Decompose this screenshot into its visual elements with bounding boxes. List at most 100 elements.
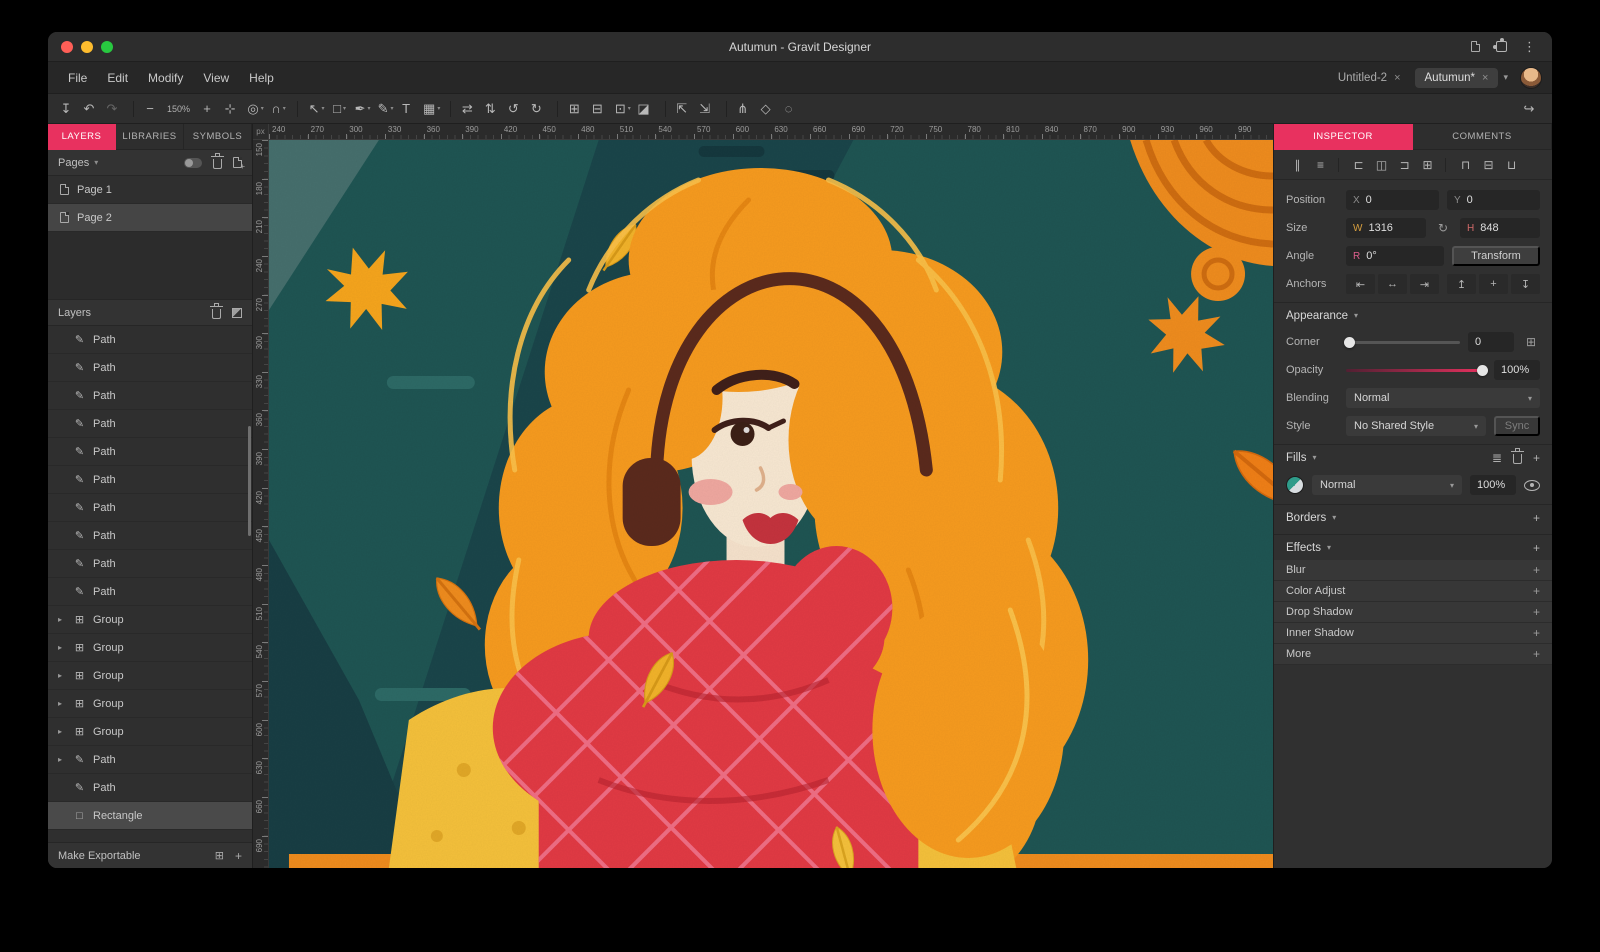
layer-row-group-2[interactable]: ▸ ⊞ Group [48,634,252,662]
layer-row-path-1[interactable]: ▸ ✎ Path [48,326,252,354]
layer-row-path-5[interactable]: ▸ ✎ Path [48,438,252,466]
align-justify-icon[interactable]: ⊞ [1416,155,1439,175]
chevron-down-icon[interactable]: ▾ [261,105,264,112]
layer-row-path-3[interactable]: ▸ ✎ Path [48,382,252,410]
pointer-tool-button[interactable]: ↖ ▾ [305,97,328,121]
close-window-button[interactable] [61,41,73,53]
zoom-fit-button[interactable]: ⊹ ▾ [221,97,244,121]
rotate-ccw-button[interactable]: ↺ ▾ [504,97,527,121]
zoom-tool-button[interactable]: ◎ ▾ [244,97,267,121]
anchor-center-horizontal-icon[interactable]: ↔ [1378,274,1407,294]
add-effect-icon[interactable]: + [1533,647,1540,661]
redo-button[interactable]: ↷ ▾ [103,97,126,121]
export-settings-icon[interactable]: ⊞ [215,849,224,862]
expand-layer-icon[interactable]: ▸ [58,671,66,680]
chevron-down-icon[interactable]: ▾ [367,105,370,112]
anchor-left-icon[interactable]: ⇤ [1346,274,1375,294]
align-center-horizontal-icon[interactable]: ◫ [1370,155,1393,175]
chevron-down-icon[interactable]: ▾ [437,105,440,112]
ungroup-button[interactable]: ⊟ ▾ [588,97,611,121]
fill-blend-select[interactable]: Normal ▾ [1312,475,1462,495]
width-field[interactable]: W 1316 [1346,218,1426,238]
pages-visibility-toggle[interactable] [184,158,202,168]
panel-tab-inspector[interactable]: INSPECTOR [1274,124,1413,150]
add-export-icon[interactable]: + [235,849,242,863]
position-y-field[interactable]: Y 0 [1447,190,1540,210]
align-middle-icon[interactable]: ⊟ [1477,155,1500,175]
opacity-value-field[interactable]: 100% [1494,360,1540,380]
make-exportable-row[interactable]: Make Exportable ⊞ + [48,842,252,868]
chevron-down-icon[interactable]: ▾ [321,105,324,112]
zoom-window-button[interactable] [101,41,113,53]
rotation-field[interactable]: R 0° [1346,246,1444,266]
layer-row-group-3[interactable]: ▸ ⊞ Group [48,662,252,690]
save-button[interactable]: ↧ ▾ [57,97,80,121]
shared-style-select[interactable]: No Shared Style ▾ [1346,416,1486,436]
export-button[interactable]: ⇲ ▾ [696,97,719,121]
marquee-tool-button[interactable]: ◌ ▾ [780,97,803,121]
effect-row-blur[interactable]: Blur + [1274,560,1552,581]
minimize-window-button[interactable] [81,41,93,53]
transform-tool-button[interactable]: ◇ ▾ [757,97,780,121]
shape-tool-button[interactable]: □ ▾ [328,97,351,121]
undo-button[interactable]: ↶ ▾ [80,97,103,121]
effects-header[interactable]: Effects ▾ + [1274,534,1552,560]
anchor-right-icon[interactable]: ⇥ [1410,274,1439,294]
appearance-header[interactable]: Appearance ▾ [1274,302,1552,328]
align-top-icon[interactable]: ⊓ [1454,155,1477,175]
borders-header[interactable]: Borders ▾ + [1274,504,1552,530]
new-document-icon[interactable] [1471,41,1480,52]
lock-ratio-icon[interactable]: ↻ [1434,221,1452,235]
layer-row-path-2[interactable]: ▸ ✎ Path [48,354,252,382]
add-effect-icon[interactable]: + [1533,563,1540,577]
layers-scrollbar[interactable] [248,426,251,536]
arrange-button[interactable]: ⊡ ▾ [611,97,634,121]
add-page-icon[interactable] [233,157,242,168]
layer-row-path-10[interactable]: ▸ ✎ Path [48,578,252,606]
menu-file[interactable]: File [58,71,97,85]
expand-layer-icon[interactable]: ▸ [58,755,66,764]
doc-tab-untitled-2[interactable]: Untitled-2 × [1328,68,1411,88]
fill-opacity-field[interactable]: 100% [1470,475,1516,495]
effect-row-more[interactable]: More + [1274,644,1552,665]
opacity-slider[interactable] [1346,369,1486,372]
layer-row-path-12[interactable]: ▸ ✎ Path [48,774,252,802]
menu-edit[interactable]: Edit [97,71,138,85]
distribute-horizontal-icon[interactable]: ∥ [1286,155,1309,175]
share-button[interactable]: ↪ ▾ [1520,97,1543,121]
panel-tab-layers[interactable]: LAYERS [48,124,116,150]
zoom-level-label[interactable]: 150% ▾ [164,97,198,121]
layer-row-group-1[interactable]: ▸ ⊞ Group [48,606,252,634]
panel-tab-comments[interactable]: COMMENTS [1413,124,1552,150]
distribute-vertical-icon[interactable]: ≡ [1309,155,1332,175]
chevron-down-icon[interactable]: ▾ [628,105,631,112]
layer-row-group-5[interactable]: ▸ ⊞ Group [48,718,252,746]
effect-row-drop-shadow[interactable]: Drop Shadow + [1274,602,1552,623]
expand-layer-icon[interactable]: ▸ [58,615,66,624]
height-field[interactable]: H 848 [1460,218,1540,238]
zoom-in-button[interactable]: + ▾ [198,97,221,121]
layer-row-path-7[interactable]: ▸ ✎ Path [48,494,252,522]
menu-view[interactable]: View [193,71,239,85]
add-effect-icon[interactable]: + [1533,605,1540,619]
layer-row-path-4[interactable]: ▸ ✎ Path [48,410,252,438]
user-avatar[interactable] [1520,67,1542,89]
panel-tab-libraries[interactable]: LIBRARIES [116,124,184,150]
add-fill-icon[interactable]: + [1533,451,1540,465]
corner-value-field[interactable]: 0 [1468,332,1514,352]
effect-row-color-adjust[interactable]: Color Adjust + [1274,581,1552,602]
rotate-cw-button[interactable]: ↻ ▾ [527,97,550,121]
effect-row-inner-shadow[interactable]: Inner Shadow + [1274,623,1552,644]
layer-row-path-8[interactable]: ▸ ✎ Path [48,522,252,550]
position-x-field[interactable]: X 0 [1346,190,1439,210]
close-tab-icon[interactable]: × [1482,72,1488,84]
image-tool-button[interactable]: ▦ ▾ [420,97,443,121]
align-right-icon[interactable]: ⊐ [1393,155,1416,175]
align-left-icon[interactable]: ⊏ [1347,155,1370,175]
delete-page-icon[interactable] [213,159,222,169]
chevron-down-icon[interactable]: ▾ [343,105,346,112]
sync-style-button[interactable]: Sync [1494,416,1540,436]
fills-header[interactable]: Fills ▾ ≣ + [1274,444,1552,470]
flip-horizontal-button[interactable]: ⇄ ▾ [458,97,481,121]
fill-color-swatch[interactable] [1286,476,1304,494]
